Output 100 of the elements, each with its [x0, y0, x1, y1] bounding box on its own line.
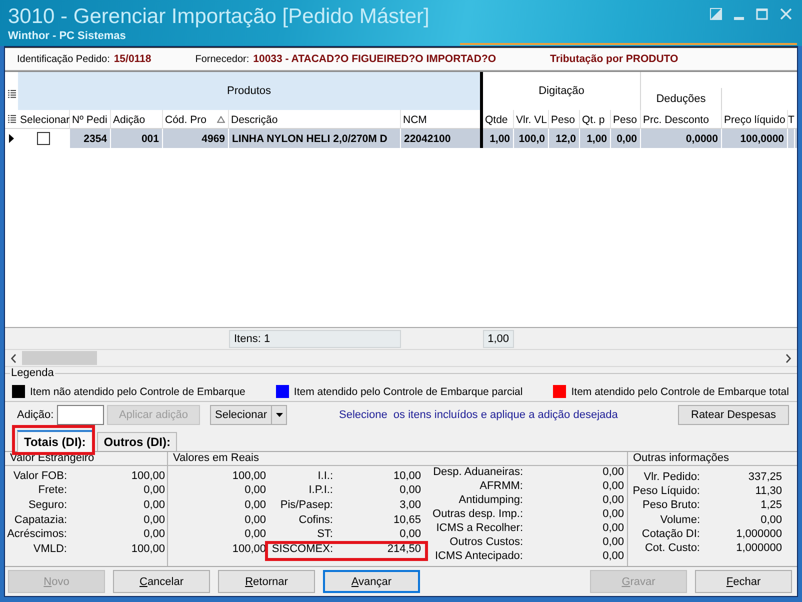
table-cell: 22042100 [401, 129, 483, 148]
table-cell: 1,00 [580, 129, 611, 148]
window-title: 3010 - Gerenciar Importação [Pedido Máster] [8, 4, 430, 30]
field-label: Cotação DI: [640, 528, 700, 541]
table-cell: 2354 [70, 129, 111, 148]
field-label: SISCOMEX: [270, 542, 333, 556]
table-row[interactable]: 2354 001 4969 LINHA NYLON HELI 2,0/270M D 22042100 1,00 100,0 12,0 1,00 0,00 0,0000 100,0000 [5, 129, 797, 148]
field-value: 0,00 [244, 484, 266, 498]
hint-text: Selecione os itens incluídos e aplique a adição desejada [339, 409, 618, 421]
footer-button[interactable]: Avançar [323, 570, 420, 593]
row-pointer-icon [9, 134, 14, 143]
field-label: ICMS Antecipado: [434, 550, 523, 563]
field-value: 0,00 [142, 528, 165, 542]
field-value: 1,000000 [735, 528, 782, 541]
table-cell: 0,00 [611, 129, 641, 148]
dropdown-button[interactable] [272, 405, 287, 425]
field-value: 337,25 [747, 470, 782, 484]
split-square-icon[interactable] [710, 8, 722, 20]
footer-button[interactable]: Fechar [695, 570, 792, 593]
checkbox[interactable] [37, 132, 50, 145]
section-header: Valores em Reais [168, 452, 627, 466]
field-value: 11,30 [754, 484, 782, 498]
maximize-icon[interactable] [756, 8, 768, 20]
apportion-button[interactable]: Ratear Despesas [678, 405, 789, 425]
field-value: 0,00 [602, 480, 624, 494]
field-label: Cot. Custo: [644, 542, 700, 556]
horizontal-scrollbar[interactable] [5, 349, 797, 367]
field-label: Fornecedor: [195, 54, 250, 64]
section-header: Outras informações [628, 452, 797, 466]
field-label: Capatazia: [13, 514, 67, 527]
app-subtitle: Winthor - PC Sistemas [8, 30, 126, 43]
field-value: 1,25 [760, 499, 782, 512]
taxation-label: Tributação por PRODUTO [550, 53, 678, 65]
field-label: Desp. Aduaneiras: [432, 466, 523, 480]
field-label: Identificação Pedido: [17, 54, 110, 64]
field-label: Valor FOB: [12, 470, 67, 483]
field-label: Adição: [17, 409, 55, 421]
field-label: I.P.I.: [308, 484, 333, 498]
caret-down-icon[interactable] [276, 413, 282, 417]
table-cell: 4969 [163, 129, 229, 148]
column-group-header: Produtos [18, 72, 480, 110]
close-icon[interactable] [780, 8, 792, 20]
field-value: 0,00 [602, 508, 624, 522]
field-label: Antidumping: [458, 494, 523, 508]
column-header[interactable]: T [788, 110, 795, 129]
field-value: 100,00 [231, 470, 266, 483]
legend-label: Item atendido pelo Controle de Embarque parcial [294, 386, 523, 398]
table-cell: LINHA NYLON HELI 2,0/270M D [229, 129, 401, 148]
field-label: Pis/Pasep: [279, 498, 333, 512]
field-value: 0,00 [244, 498, 266, 512]
field-value: 15/0118 [114, 53, 152, 65]
field-label: Outros Custos: [448, 536, 523, 549]
field-value: 0,00 [398, 484, 421, 498]
field-label: Acréscimos: [6, 528, 67, 542]
legend-label: Item não atendido pelo Controle de Embarque [30, 386, 246, 398]
field-label: I.I.: [316, 470, 333, 483]
field-value: 0,00 [142, 514, 165, 527]
input-field[interactable] [57, 405, 104, 425]
field-label: ICMS a Recolher: [435, 522, 523, 535]
field-value: 3,00 [398, 498, 421, 512]
list-icon[interactable] [8, 115, 16, 123]
sort-triangle-icon[interactable] [217, 116, 225, 123]
field-value: 0,00 [602, 536, 624, 549]
chevron-right-icon[interactable] [786, 354, 791, 362]
table-cell: 1,00 [483, 129, 514, 148]
field-label: Volume: [659, 514, 700, 527]
field-value: 0,00 [142, 484, 165, 498]
field-value: 10033 - ATACAD?O FIGUEIRED?O IMPORTAD?O [253, 53, 496, 65]
legend-title: Legenda [10, 367, 55, 379]
scrollbar-thumb[interactable] [22, 351, 97, 365]
table-cell: 001 [111, 129, 163, 148]
field-label: ST: [316, 528, 333, 542]
field-value: 100,00 [231, 542, 266, 556]
field-value: 0,00 [602, 494, 624, 508]
field-label: Cofins: [298, 514, 333, 527]
field-value: 100,00 [130, 542, 165, 556]
field-label: Frete: [37, 484, 67, 498]
field-label: Peso Bruto: [642, 499, 700, 512]
table-cell: 0,0000 [641, 129, 722, 148]
tab[interactable]: Outros (DI): [96, 432, 178, 451]
legend-label: Item atendido pelo Controle de Embarque total [571, 386, 789, 398]
field-value: 100,00 [130, 470, 165, 483]
list-icon[interactable] [8, 90, 16, 98]
field-value: 1,000000 [735, 542, 782, 556]
table-cell: 100,0000 [722, 129, 788, 148]
tab[interactable]: Totais (DI): [17, 430, 93, 452]
field-label: Peso Líquido: [632, 484, 700, 498]
footer-button[interactable]: Cancelar [113, 570, 210, 593]
summary-cell: 1,00 [483, 330, 514, 348]
chevron-left-icon[interactable] [11, 354, 16, 362]
field-value: 0,00 [602, 522, 624, 535]
field-value: 10,65 [392, 514, 421, 527]
field-value: 0,00 [244, 514, 266, 527]
summary-cell: Itens: 1 [229, 330, 401, 348]
table-cell: 12,0 [549, 129, 580, 148]
footer-button[interactable]: Retornar [218, 570, 315, 593]
select-button[interactable]: Selecionar [210, 405, 272, 425]
field-value: 0,00 [142, 498, 165, 512]
field-label: Vlr. Pedido: [642, 470, 700, 484]
field-value: 0,00 [398, 528, 421, 542]
